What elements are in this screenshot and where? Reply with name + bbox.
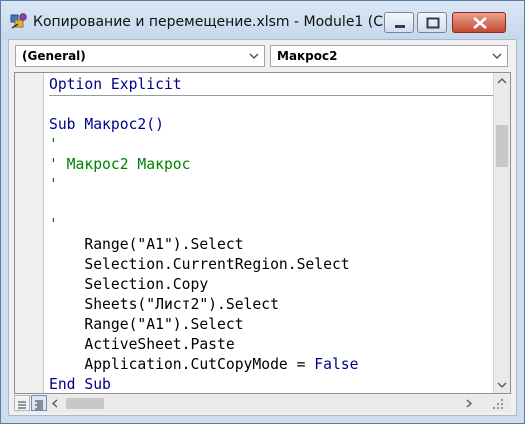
code-line[interactable]: End Sub <box>49 375 111 393</box>
object-combo-value: (General) <box>22 49 86 63</box>
vertical-scrollbar[interactable] <box>493 73 510 393</box>
code-line[interactable]: ActiveSheet.Paste <box>49 335 234 355</box>
procedure-separator <box>49 95 495 96</box>
scroll-left-icon[interactable] <box>52 399 58 408</box>
title-bar[interactable]: Копирование и перемещение.xlsm - Module1… <box>1 1 524 39</box>
code-comment[interactable]: ' <box>49 175 58 195</box>
chevron-down-icon[interactable] <box>249 53 259 60</box>
minimize-button[interactable] <box>384 12 414 33</box>
module-pane: (General) Макрос2 Option Explicit Sub Ма… <box>8 39 517 416</box>
code-text: Application.CutCopyMode = <box>49 356 315 373</box>
procedure-view-button[interactable] <box>14 395 30 411</box>
object-combo[interactable]: (General) <box>15 45 265 67</box>
horizontal-scroll-thumb[interactable] <box>66 398 104 409</box>
minimize-icon <box>395 25 405 28</box>
scroll-down-icon[interactable] <box>497 382 507 388</box>
full-module-view-button[interactable] <box>31 395 47 411</box>
code-line[interactable]: Selection.CurrentRegion.Select <box>49 255 349 275</box>
code-line[interactable]: Selection.Copy <box>49 275 208 295</box>
code-comment[interactable]: ' <box>49 215 58 235</box>
code-editor[interactable]: Option Explicit Sub Макрос2() ' ' Макрос… <box>14 72 511 394</box>
scroll-up-icon[interactable] <box>497 78 507 84</box>
code-line[interactable]: Sub Макрос2() <box>49 115 164 135</box>
resize-grip-icon[interactable] <box>492 398 504 410</box>
maximize-icon <box>426 17 440 29</box>
code-keyword: False <box>314 356 359 373</box>
bottom-bar <box>14 395 511 412</box>
procedure-view-icon <box>18 401 26 409</box>
vertical-scroll-thumb[interactable] <box>496 125 508 167</box>
procedure-combo-value: Макрос2 <box>277 49 338 63</box>
code-line[interactable]: Range("A1").Select <box>49 315 243 335</box>
maximize-button[interactable] <box>417 12 447 33</box>
window-title: Копирование и перемещение.xlsm - Module1… <box>33 14 383 30</box>
code-comment[interactable]: ' Макрос2 Макрос <box>49 155 190 175</box>
code-line[interactable]: Application.CutCopyMode = False <box>49 355 359 375</box>
scroll-right-icon[interactable] <box>466 399 472 408</box>
close-icon <box>473 17 487 29</box>
vba-code-window: Копирование и перемещение.xlsm - Module1… <box>0 0 525 424</box>
vba-editor-icon <box>10 13 27 29</box>
margin-indicator-bar[interactable] <box>15 73 44 393</box>
code-area[interactable]: Option Explicit Sub Макрос2() ' ' Макрос… <box>49 73 495 393</box>
code-line[interactable]: Option Explicit <box>49 75 182 95</box>
code-line[interactable]: Sheets("Лист2").Select <box>49 295 279 315</box>
code-keyword: Sub Макрос2() <box>49 116 164 133</box>
close-button[interactable] <box>452 12 506 33</box>
code-comment[interactable]: ' <box>49 135 58 155</box>
procedure-combo[interactable]: Макрос2 <box>270 45 508 67</box>
code-line[interactable]: Range("A1").Select <box>49 235 243 255</box>
chevron-down-icon[interactable] <box>492 53 502 60</box>
full-module-view-icon <box>35 400 43 410</box>
